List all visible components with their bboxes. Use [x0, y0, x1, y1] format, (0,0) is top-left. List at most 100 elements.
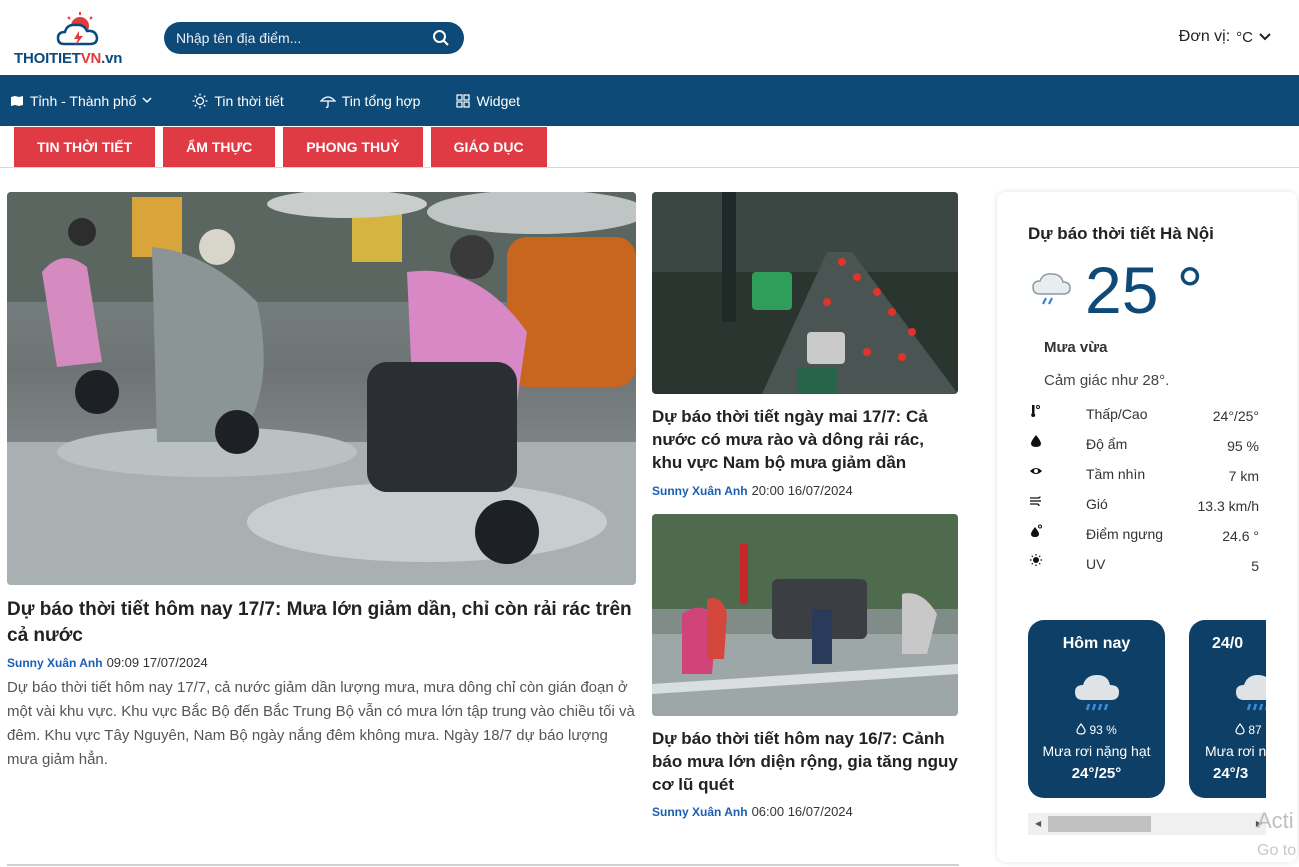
detail-label: Thấp/Cao	[1086, 406, 1148, 422]
uv-sun-icon	[1030, 554, 1042, 566]
detail-label: UV	[1086, 556, 1106, 572]
detail-value: 5	[1251, 558, 1259, 574]
category-tab-food[interactable]: ẨM THỰC	[163, 127, 276, 167]
wind-icon	[1030, 496, 1041, 507]
category-tab-fengshui[interactable]: PHONG THUỶ	[283, 127, 423, 167]
article-time: 20:00 16/07/2024	[751, 483, 853, 498]
nav-item-label: Tin thời tiết	[214, 92, 284, 109]
detail-row-visibility: Tầm nhìn 7 km	[1029, 464, 1259, 494]
droplet-icon	[1235, 723, 1245, 735]
umbrella-icon	[319, 95, 336, 108]
weather-details: Thấp/Cao 24°/25° Độ ẩm 95 % Tầm nhìn 7 k…	[1029, 404, 1259, 584]
scroll-left-arrow-icon[interactable]: ◀	[1035, 819, 1041, 828]
weather-widget-title: Dự báo thời tiết Hà Nội	[1028, 224, 1214, 243]
detail-row-lowhigh: Thấp/Cao 24°/25°	[1029, 404, 1259, 434]
side-article-title[interactable]: Dự báo thời tiết hôm nay 16/7: Cảnh báo …	[652, 727, 958, 796]
feels-like: Cảm giác như 28°.	[1044, 372, 1170, 389]
article-author[interactable]: Sunny Xuân Anh	[652, 805, 748, 819]
nav-item-label: Tỉnh - Thành phố	[30, 92, 137, 109]
logo-cloud-icon	[56, 12, 99, 46]
rain-cloud-icon	[1032, 273, 1071, 305]
forecast-card[interactable]: 24/0 87 Mưa rơi n 24°/3	[1189, 620, 1266, 798]
eye-icon	[1030, 468, 1042, 474]
weather-condition: Mưa vừa	[1044, 339, 1108, 356]
forecast-humidity-value: 93 %	[1089, 723, 1117, 737]
detail-label: Gió	[1086, 496, 1108, 512]
detail-label: Tầm nhìn	[1086, 466, 1146, 482]
current-temperature: 25 °	[1085, 253, 1204, 327]
side-article-meta: Sunny Xuân Anh 06:00 16/07/2024	[652, 804, 853, 819]
droplet-icon	[1076, 723, 1086, 735]
main-article-excerpt: Dự báo thời tiết hôm nay 17/7, cả nước g…	[7, 679, 635, 768]
search-box	[164, 22, 464, 54]
main-article-title[interactable]: Dự báo thời tiết hôm nay 17/7: Mưa lớn g…	[7, 597, 637, 649]
search-input[interactable]	[176, 29, 426, 47]
nav-item-widget[interactable]: Widget	[456, 93, 520, 109]
category-tab-education[interactable]: GIÁO DỤC	[430, 127, 547, 167]
dewpoint-icon	[1031, 524, 1042, 537]
category-tab-weather-news[interactable]: TIN THỜI TIẾT	[14, 127, 156, 167]
nav-item-label: Tin tổng hợp	[341, 92, 421, 109]
forecast-day: Hôm nay	[1062, 635, 1131, 652]
droplet-icon	[1031, 435, 1041, 447]
nav-item-provinces[interactable]: Tỉnh - Thành phố	[10, 93, 152, 109]
detail-value: 24°/25°	[1212, 408, 1259, 424]
map-icon	[11, 95, 23, 106]
sun-icon	[192, 93, 208, 108]
detail-value: 95 %	[1227, 438, 1259, 454]
category-tabs: TIN THỜI TIẾT ẨM THỰC PHONG THUỶ GIÁO DỤ…	[14, 127, 547, 167]
detail-value: 13.3 km/h	[1197, 498, 1259, 514]
site-logo[interactable]: THOITIETVN.vn	[14, 10, 142, 68]
forecast-carousel: Hôm nay 93 % Mưa rơi nặng hạt 24°/25° 24…	[1028, 620, 1266, 798]
site-header: THOITIETVN.vn Đơn vị: °C	[0, 0, 1299, 75]
nav-item-general-news[interactable]: Tin tổng hợp	[319, 92, 421, 109]
side-article-title[interactable]: Dự báo thời tiết ngày mai 17/7: Cả nước …	[652, 405, 958, 474]
forecast-humidity-value: 87	[1248, 723, 1262, 737]
detail-row-uv: UV 5	[1029, 554, 1259, 584]
detail-row-humidity: Độ ẩm 95 %	[1029, 434, 1259, 464]
side-article-image[interactable]	[652, 514, 958, 716]
activate-windows-text: Acti	[1257, 808, 1294, 833]
forecast-desc: Mưa rơi nặng hạt	[1042, 743, 1151, 759]
forecast-scrollbar[interactable]: ◀ ▶	[1028, 813, 1266, 835]
detail-value: 24.6 °	[1222, 528, 1259, 544]
side-article-image[interactable]	[652, 192, 958, 394]
main-article-meta: Sunny Xuân Anh 09:09 17/07/2024	[7, 655, 208, 670]
unit-value: °C	[1236, 28, 1253, 46]
forecast-day: 24/0	[1212, 635, 1244, 652]
detail-label: Điểm ngưng	[1086, 526, 1164, 542]
unit-label: Đơn vị:	[1178, 28, 1231, 45]
detail-label: Độ ẩm	[1086, 436, 1128, 452]
article-author[interactable]: Sunny Xuân Anh	[652, 484, 748, 498]
detail-row-dewpoint: Điểm ngưng 24.6 °	[1029, 524, 1259, 554]
article-author[interactable]: Sunny Xuân Anh	[7, 656, 103, 670]
article-time: 06:00 16/07/2024	[751, 804, 853, 819]
chevron-down-icon	[1259, 33, 1271, 41]
logo-text-part3: .vn	[101, 50, 123, 67]
chevron-down-icon	[142, 97, 152, 104]
main-nav: Tỉnh - Thành phố Tin thời tiết Tin tổng …	[0, 75, 1299, 126]
search-icon[interactable]	[432, 29, 450, 47]
nav-item-weather-news[interactable]: Tin thời tiết	[192, 92, 284, 109]
side-article-meta: Sunny Xuân Anh 20:00 16/07/2024	[652, 483, 853, 498]
forecast-card[interactable]: Hôm nay 93 % Mưa rơi nặng hạt 24°/25°	[1028, 620, 1165, 798]
forecast-humidity: 87	[1235, 723, 1262, 737]
logo-text-part1: THOITIET	[14, 50, 81, 67]
logo-text-part2: VN	[80, 50, 102, 67]
nav-item-label: Widget	[476, 92, 521, 109]
detail-value: 7 km	[1228, 468, 1259, 484]
forecast-temp: 24°/3	[1213, 765, 1249, 782]
weather-widget: Dự báo thời tiết Hà Nội 25 ° Mưa vừa Cảm…	[997, 192, 1297, 862]
grid-icon	[456, 93, 471, 108]
divider	[0, 167, 1299, 168]
main-article-image[interactable]	[7, 192, 636, 585]
detail-row-wind: Gió 13.3 km/h	[1029, 494, 1259, 524]
forecast-desc: Mưa rơi n	[1205, 743, 1266, 759]
rain-cloud-icon	[1075, 675, 1119, 711]
article-time: 09:09 17/07/2024	[106, 655, 208, 670]
forecast-humidity: 93 %	[1028, 723, 1165, 737]
unit-selector[interactable]: Đơn vị: °C	[1179, 28, 1271, 46]
rain-cloud-icon	[1236, 675, 1266, 711]
scrollbar-thumb[interactable]	[1048, 816, 1151, 832]
divider	[7, 864, 959, 866]
